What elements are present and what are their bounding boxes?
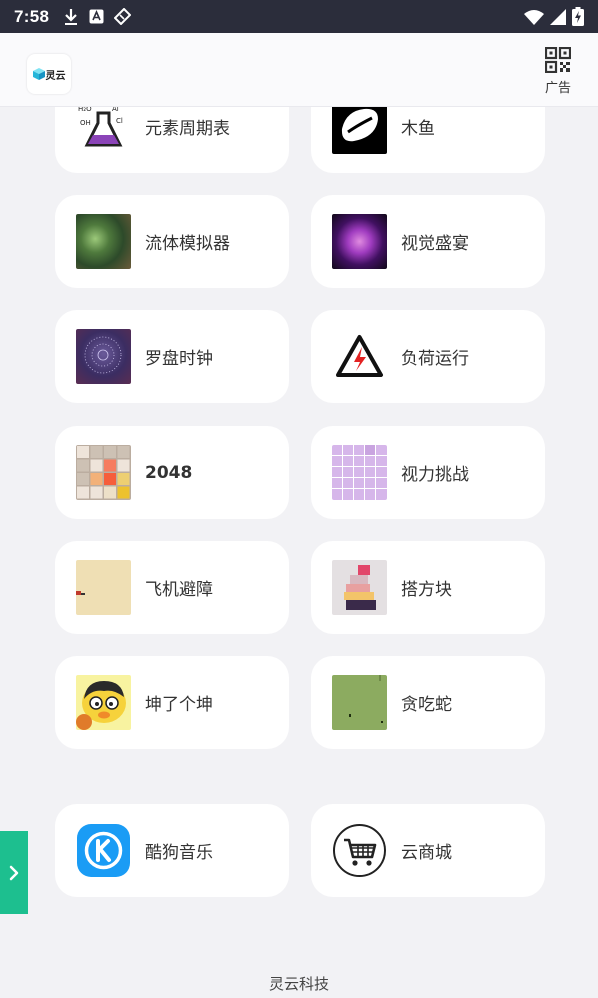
side-drawer-toggle[interactable]	[0, 831, 28, 914]
color-grid-icon	[332, 445, 387, 500]
stack-blocks-icon	[332, 560, 387, 615]
chemistry-flask-icon: H₂O Al OH Cl	[76, 107, 131, 154]
wifi-icon	[524, 9, 544, 25]
app-card-wooden-fish[interactable]: 木鱼	[311, 107, 545, 173]
svg-text:OH: OH	[80, 119, 91, 127]
chevron-right-icon	[9, 865, 19, 880]
download-icon	[65, 8, 78, 25]
svg-text:Al: Al	[112, 107, 119, 113]
app-card-visual-feast[interactable]: 视觉盛宴	[311, 195, 545, 288]
battery-charging-icon	[572, 7, 584, 26]
app-logo[interactable]: 灵云	[27, 54, 71, 94]
snake-game-icon	[332, 675, 387, 730]
app-label: 2048	[145, 462, 193, 483]
footer-brand: 灵云科技	[268, 975, 329, 993]
notification-icons	[63, 8, 132, 26]
app-label: 元素周期表	[145, 119, 230, 139]
app-card-vision-challenge[interactable]: 视力挑战	[311, 426, 545, 519]
app-card-kugou-music[interactable]: 酷狗音乐	[55, 804, 289, 897]
compass-clock-icon	[76, 329, 131, 384]
fluid-simulator-icon	[76, 214, 131, 269]
app-card-plane-avoid[interactable]: 飞机避障	[55, 541, 289, 634]
app-card-kun[interactable]: 坤了个坤	[55, 656, 289, 749]
app-label: 罗盘时钟	[145, 349, 213, 369]
qr-code-icon	[545, 47, 571, 73]
high-voltage-warning-icon	[332, 329, 387, 384]
status-time: 7:58	[14, 6, 50, 26]
app-label: 贪吃蛇	[401, 695, 452, 715]
ad-button[interactable]: 广告	[540, 47, 576, 97]
wooden-fish-icon	[332, 107, 387, 154]
app-card-compass-clock[interactable]: 罗盘时钟	[55, 310, 289, 403]
system-icons	[524, 7, 584, 26]
visual-feast-icon	[332, 214, 387, 269]
app-card-periodic-table[interactable]: H₂O Al OH Cl 元素周期表	[55, 107, 289, 173]
app-label: 视力挑战	[401, 465, 469, 485]
app-card-overload[interactable]: 负荷运行	[311, 310, 545, 403]
app-card-snake[interactable]: 贪吃蛇	[311, 656, 545, 749]
shopping-cart-icon	[332, 823, 387, 878]
app-header: 灵云 广告	[0, 33, 598, 107]
app-card-stack-blocks[interactable]: 搭方块	[311, 541, 545, 634]
status-bar: 7:58	[0, 0, 598, 33]
plane-avoid-icon	[76, 560, 131, 615]
kugou-music-icon	[76, 823, 131, 878]
app-grid: H₂O Al OH Cl 元素周期表 木鱼 流体模拟器 视觉盛宴 罗盘时钟 负荷…	[0, 107, 598, 998]
app-label: 云商城	[401, 843, 452, 863]
app-label: 酷狗音乐	[145, 843, 213, 863]
app-label: 流体模拟器	[145, 234, 230, 254]
svg-text:H₂O: H₂O	[78, 107, 92, 113]
app-card-cloud-mall[interactable]: 云商城	[311, 804, 545, 897]
app-label: 木鱼	[401, 119, 435, 139]
app-card-2048[interactable]: 2048	[55, 426, 289, 519]
2048-grid-icon	[76, 445, 131, 500]
app-store-icon	[89, 9, 104, 24]
signal-icon	[550, 8, 566, 25]
app-label: 搭方块	[401, 580, 452, 600]
tag-icon	[114, 8, 132, 25]
cube-icon	[32, 68, 45, 80]
ad-label: 广告	[544, 81, 571, 96]
app-label: 视觉盛宴	[401, 234, 469, 254]
app-label: 坤了个坤	[145, 695, 213, 715]
app-card-fluid-simulator[interactable]: 流体模拟器	[55, 195, 289, 288]
app-label: 飞机避障	[145, 580, 213, 600]
svg-text:Cl: Cl	[116, 117, 123, 125]
logo-text: 灵云	[45, 70, 66, 82]
cartoon-chick-icon	[76, 675, 131, 730]
app-label: 负荷运行	[401, 349, 469, 369]
